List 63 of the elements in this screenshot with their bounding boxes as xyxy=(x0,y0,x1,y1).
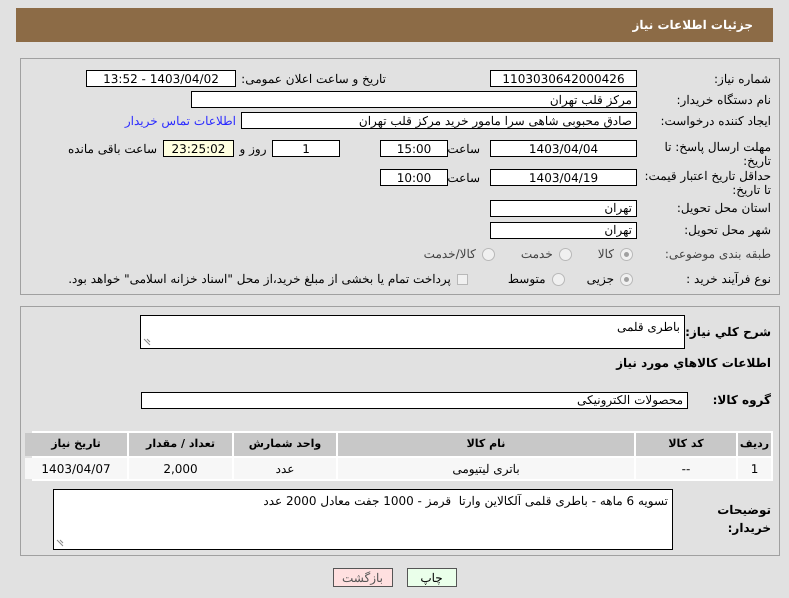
input-field[interactable]: صادق محبوبی شاهی سرا مامور خرید مرکز قلب تهران xyxy=(241,112,637,129)
table-cell: -- xyxy=(636,458,736,479)
field-label: پرداخت تمام یا بخشی از مبلغ خرید،از محل "اسناد خزانه اسلامی" خواهد بود. xyxy=(68,271,451,288)
table-cell: 1 xyxy=(738,458,771,479)
input-field[interactable]: 1403/04/19 xyxy=(490,169,637,186)
field-label: جزیی xyxy=(586,271,614,288)
field-label: ساعت باقی مانده xyxy=(68,141,157,158)
field-label: گروه کالا: xyxy=(712,393,771,407)
input-field[interactable]: محصولات الکترونیکی xyxy=(141,392,688,408)
field-label: کالا/خدمت xyxy=(424,246,476,263)
radio-button[interactable] xyxy=(620,272,633,286)
column-header: کد کالا xyxy=(636,433,736,456)
field-label: تاریخ و ساعت اعلان عمومی: xyxy=(241,72,386,86)
field-label: روز و xyxy=(240,142,266,156)
section-heading: اطلاعات کالاهاي مورد نياز xyxy=(616,355,771,372)
back-button[interactable]: بازگشت xyxy=(332,568,392,587)
input-field[interactable]: مرکز قلب تهران xyxy=(191,91,637,108)
table-cell: عدد xyxy=(234,458,336,479)
table-cell: باتری لیتیومی xyxy=(338,458,634,479)
field-label: ایجاد کننده درخواست: xyxy=(660,114,771,128)
input-field[interactable]: 1403/04/02 - 13:52 xyxy=(86,70,236,87)
column-header: نام کالا xyxy=(338,433,634,456)
input-field[interactable]: 1103030642000426 xyxy=(490,70,637,87)
field-label: حداقل تاریخ اعتبار قیمت: تا تاریخ: xyxy=(644,169,771,197)
column-header: تعداد / مقدار xyxy=(129,433,232,456)
input-field[interactable]: 1 xyxy=(272,140,340,157)
text-area[interactable]: تسویه 6 ماهه - باطری قلمی آلکالاین وارتا قرمز - 1000 جفت معادل 2000 عدد xyxy=(53,488,673,550)
field-label: ساعت xyxy=(447,142,480,156)
input-field[interactable]: تهران xyxy=(490,200,637,216)
checkbox[interactable] xyxy=(456,274,468,284)
input-field[interactable]: 23:25:02 xyxy=(163,140,234,157)
input-field[interactable]: 1403/04/04 xyxy=(490,140,637,157)
text-area[interactable]: باطری قلمی xyxy=(140,315,685,349)
radio-button[interactable] xyxy=(552,272,565,286)
field-label: متوسط xyxy=(508,271,546,288)
field-label: مهلت ارسال پاسخ: تا تاریخ: xyxy=(664,140,771,168)
column-header: واحد شمارش xyxy=(234,433,336,456)
radio-button[interactable] xyxy=(558,248,572,260)
field-label: خدمت xyxy=(520,246,553,263)
radio-button[interactable] xyxy=(482,248,495,260)
resize-grip-icon xyxy=(143,338,151,346)
field-label: کالا xyxy=(598,246,614,263)
field-label: ساعت xyxy=(447,171,480,185)
input-field[interactable]: 10:00 xyxy=(380,169,448,186)
print-button[interactable]: چاپ xyxy=(406,568,456,587)
column-header: ردیف xyxy=(738,433,771,456)
field-label: نام دستگاه خریدار: xyxy=(676,92,771,106)
field-label: شرح کلي نياز: xyxy=(685,325,771,339)
field-label: توضیحات خریدار: xyxy=(717,503,771,535)
field-label: استان محل تحویل: xyxy=(676,201,771,215)
table-cell: 1403/04/07 xyxy=(25,458,127,479)
radio-button[interactable] xyxy=(620,248,633,260)
field-label: نوع فرآیند خرید : xyxy=(686,272,771,286)
field-label: طبقه بندی موضوعی: xyxy=(664,247,771,261)
contact-link[interactable]: اطلاعات تماس خریدار xyxy=(124,112,236,130)
table-cell: 2,000 xyxy=(129,458,232,479)
page-title: جزئیات اطلاعات نیاز xyxy=(632,17,753,34)
resize-grip-icon xyxy=(56,538,64,546)
column-header: تاریخ نیاز xyxy=(25,433,127,456)
field-label: شهر محل تحویل: xyxy=(684,223,771,237)
input-field[interactable]: تهران xyxy=(490,222,637,238)
field-label: شماره نیاز: xyxy=(714,72,771,86)
input-field[interactable]: 15:00 xyxy=(380,140,448,157)
